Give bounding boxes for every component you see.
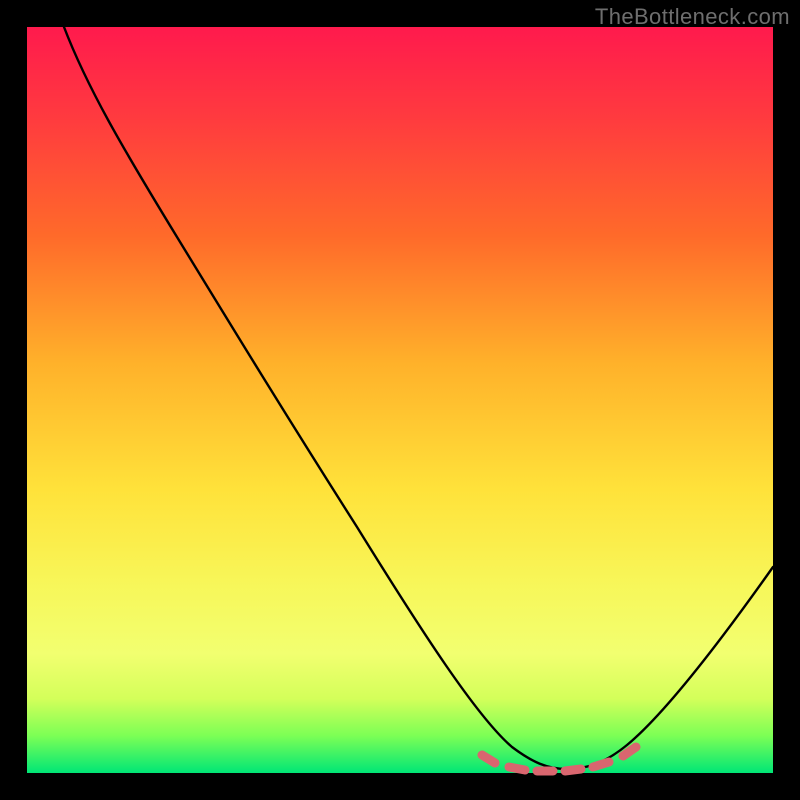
optimal-marker — [623, 747, 636, 756]
chart-frame: TheBottleneck.com — [0, 0, 800, 800]
optimal-marker — [593, 762, 609, 767]
optimal-marker — [509, 767, 525, 770]
bottleneck-curve — [64, 27, 773, 769]
optimal-marker — [482, 755, 495, 763]
optimal-marker — [565, 769, 581, 771]
chart-svg — [27, 27, 773, 773]
watermark-text: TheBottleneck.com — [595, 4, 790, 30]
